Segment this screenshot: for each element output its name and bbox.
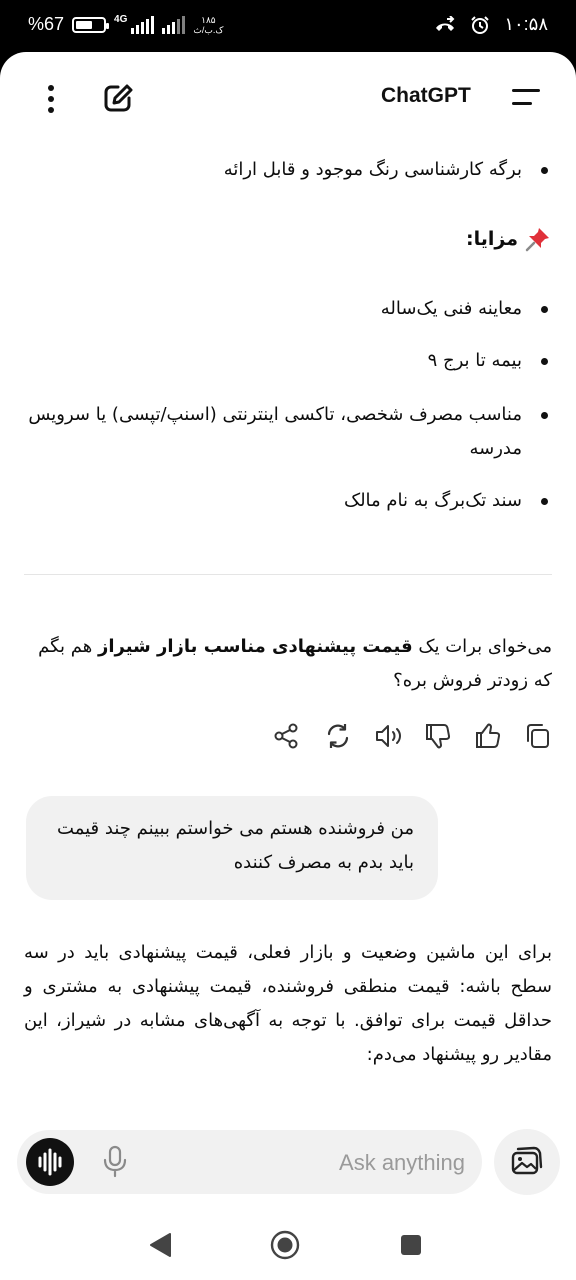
signal-icon (131, 15, 155, 34)
divider (24, 574, 552, 575)
phone-forward-icon (436, 15, 455, 31)
sidebar-toggle-icon[interactable] (508, 84, 544, 112)
question-text-bold: قیمت پیشنهادی مناسب بازار شیراز (97, 636, 413, 657)
image-gallery-icon (511, 1146, 543, 1175)
user-message-text: من فروشنده هستم می خواستم ببینم چند قیمت… (57, 818, 414, 873)
voice-mode-button[interactable] (26, 1138, 74, 1186)
thumbs-up-icon[interactable] (472, 720, 504, 752)
battery-level (76, 20, 93, 29)
assistant-question: می‌خوای برات یک قیمت پیشنهادی مناسب بازا… (24, 630, 552, 698)
thumbs-down-icon[interactable] (422, 720, 454, 752)
app-title: ChatGPT (381, 84, 471, 107)
microphone-icon[interactable] (99, 1144, 131, 1180)
user-message-bubble: من فروشنده هستم می خواستم ببینم چند قیمت… (26, 796, 438, 900)
list-item: بیمه تا برج ۹ (22, 344, 552, 378)
clock: ۱۰:۵۸ (504, 14, 548, 34)
assistant-reply: برای این ماشین وضعیت و بازار فعلی، قیمت … (24, 942, 552, 1065)
home-icon[interactable] (270, 1230, 300, 1260)
composer (17, 1130, 482, 1194)
list-item: سند تک‌برگ به نام مالک (22, 484, 552, 518)
list-item: مناسب مصرف شخصی، تاکسی اینترنتی (اسنپ/تپ… (22, 398, 552, 466)
list-item: معاینه فنی یک‌ساله (22, 292, 552, 326)
battery-percent: %67 (28, 14, 65, 34)
waveform-icon (38, 1148, 62, 1176)
new-chat-icon[interactable] (100, 80, 136, 116)
message-actions (270, 720, 560, 752)
more-options-button[interactable] (30, 82, 70, 116)
signal-icon-2 (162, 15, 186, 34)
alarm-icon (471, 15, 490, 34)
question-text-1: می‌خوای برات یک (412, 636, 552, 657)
status-left: %67 4G ۱۸۵ ک.ب/ث (28, 14, 223, 35)
back-icon[interactable] (148, 1232, 172, 1258)
speed-value: ۱۸۵ (201, 14, 216, 25)
list-item: برگه کارشناسی رنگ موجود و قابل ارائه (22, 153, 552, 187)
chat-sheet: ChatGPT برگه کارشناسی رنگ موجود و قابل ا… (0, 52, 576, 1280)
top-bar: ChatGPT (0, 52, 576, 142)
attach-image-button[interactable] (494, 1129, 560, 1195)
system-nav-bar (0, 1212, 576, 1280)
read-aloud-icon[interactable] (372, 720, 404, 752)
network-speed: ۱۸۵ ک.ب/ث (193, 15, 223, 35)
recent-apps-icon[interactable] (400, 1234, 422, 1256)
message-input[interactable] (147, 1140, 467, 1186)
advantages-heading-text: مزایا: (466, 228, 518, 250)
network-type: 4G (114, 14, 128, 25)
share-icon[interactable] (270, 720, 302, 752)
copy-icon[interactable] (522, 720, 554, 752)
regenerate-icon[interactable] (322, 720, 354, 752)
status-right: ۱۰:۵۸ (434, 14, 548, 35)
pushpin-icon (525, 228, 549, 252)
status-bar: %67 4G ۱۸۵ ک.ب/ث ۱۰:۵۸ (0, 0, 576, 52)
battery-icon (72, 16, 110, 33)
speed-unit: ک.ب/ث (193, 24, 224, 35)
advantages-heading: مزایا: (466, 222, 552, 256)
